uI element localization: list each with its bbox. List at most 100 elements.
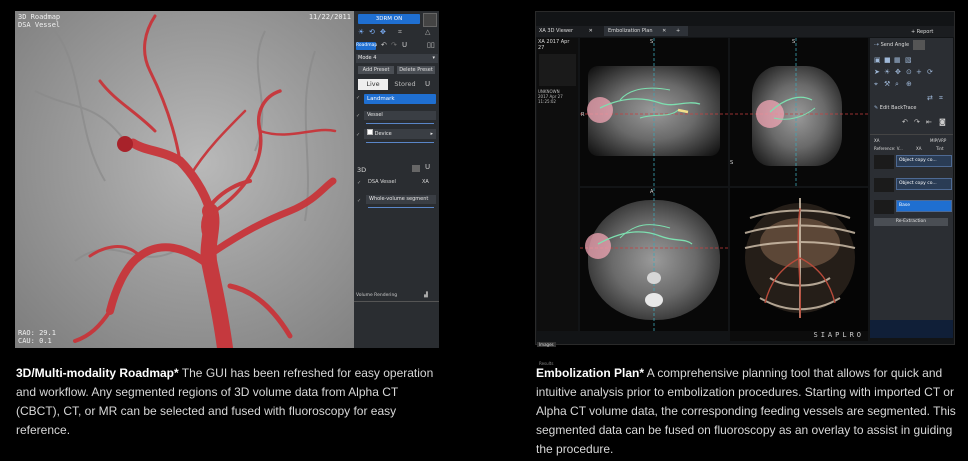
redo-icon[interactable]: ↷ (391, 41, 397, 49)
tab-images[interactable]: Images (537, 342, 556, 347)
whole-volume-slider[interactable] (368, 207, 434, 208)
xa-label: XA (422, 179, 429, 185)
series-list[interactable]: XA 2017 Apr 27 UNKNOWN 2017 Apr 27 11:25… (537, 38, 578, 331)
dsa-check-icon[interactable]: ✓ (357, 180, 361, 186)
vessel-check-icon[interactable]: ✓ (356, 113, 360, 119)
device-check-icon[interactable]: ✓ (356, 132, 360, 138)
close-icon[interactable]: ✕ (589, 28, 593, 34)
add-tab-button[interactable]: + (676, 26, 680, 36)
vessel-slider[interactable] (366, 123, 434, 124)
rotate-icon-2[interactable]: ⟳ (927, 68, 933, 76)
chevron-down-icon: ▾ (432, 55, 435, 61)
orientation-letter[interactable]: O (857, 331, 864, 339)
report-button[interactable]: + Report (911, 27, 933, 37)
orientation-letter[interactable]: S (813, 331, 820, 339)
viewport-coronal[interactable]: S (580, 38, 728, 186)
triangle-icon[interactable]: △ (425, 28, 430, 36)
whole-volume-check-icon[interactable]: ✓ (357, 198, 361, 204)
viewport-3d[interactable] (730, 188, 868, 331)
layout-1-icon[interactable]: ▣ (874, 56, 881, 64)
layout-4-icon[interactable]: ▧ (905, 56, 912, 64)
crop-icon-2[interactable]: ⌗ (939, 94, 943, 103)
dsa-vessel-label[interactable]: DSA Vessel (368, 179, 396, 185)
landmark-check-icon[interactable]: ✓ (356, 95, 362, 101)
minimize-icon[interactable] (412, 165, 420, 172)
orientation-letter[interactable]: L (842, 331, 849, 339)
orient-a: A (650, 189, 654, 195)
sidebar-divider-2 (870, 134, 953, 135)
object-thumb-2[interactable] (874, 178, 894, 192)
angle-thumbnail-icon[interactable] (913, 40, 925, 50)
orientation-strip: SIAPLRO (730, 331, 868, 341)
undo-icon[interactable]: ↶ (381, 41, 387, 49)
orient-s3: S (730, 160, 734, 166)
move-icon-2[interactable]: ✥ (895, 68, 901, 76)
crop-icon[interactable]: ⌗ (398, 28, 402, 37)
sync-icon[interactable]: ⇄ (927, 94, 933, 102)
move-icon[interactable]: ✥ (380, 28, 386, 36)
rewind-icon[interactable]: ⇤ (926, 118, 932, 126)
magnet-icon-3[interactable]: U (425, 163, 430, 171)
list-header-right: MIP/VRP (930, 138, 947, 143)
object-item-1[interactable]: Object copy co... (896, 155, 952, 167)
volume-rendering-label[interactable]: Volume Rendering (356, 293, 397, 298)
orientation-letter[interactable]: I (821, 331, 828, 339)
delete-preset-button[interactable]: Delete Preset (397, 66, 435, 74)
plus-icon[interactable]: + (916, 68, 922, 76)
object-thumb-1[interactable] (874, 155, 894, 169)
add-preset-button[interactable]: Add Preset (358, 66, 394, 74)
re-extraction-button[interactable]: Re-Extraction (874, 218, 948, 226)
send-angle-button[interactable]: ⇢ Send Angle (874, 41, 909, 48)
whole-volume-item[interactable]: Whole-volume segment (366, 195, 436, 204)
tab-live[interactable]: Live (358, 79, 388, 90)
base-thumb[interactable] (874, 200, 894, 214)
orientation-letters: SIAPLRO (813, 331, 864, 339)
device-checkbox[interactable] (367, 129, 373, 135)
search-icon[interactable]: ⌕ (895, 80, 899, 89)
magnify-icon[interactable]: ⊕ (906, 80, 912, 88)
pointer-icon[interactable]: ➤ (874, 68, 880, 76)
close-icon-2[interactable]: ✕ (662, 28, 666, 34)
send-icon: ⇢ (874, 41, 880, 48)
rotate-icon[interactable]: ⟲ (369, 28, 375, 36)
redo-icon-2[interactable]: ↷ (914, 118, 920, 126)
device-item[interactable]: Device ▸ (364, 129, 436, 139)
base-item[interactable]: Base (896, 200, 952, 212)
tab-xa-3d-viewer[interactable]: XA 3D Viewer ✕ (539, 26, 601, 36)
tool-icon[interactable]: ⚒ (884, 80, 890, 88)
edit-icon: ✎ (874, 105, 879, 111)
right-caption: Embolization Plan* A comprehensive plann… (536, 364, 956, 459)
tab-stored[interactable]: Stored (390, 79, 420, 90)
landmark-item[interactable]: Landmark (364, 94, 436, 104)
coronal-overlay (580, 38, 728, 186)
chart-icon[interactable]: ▟ (424, 292, 428, 298)
object-item-2[interactable]: Object copy co... (896, 178, 952, 190)
undo-icon-2[interactable]: ↶ (902, 118, 908, 126)
magnet-icon-2[interactable]: U (425, 80, 430, 88)
device-slider[interactable] (366, 142, 434, 143)
orientation-letter[interactable]: R (850, 331, 857, 339)
layout-3-icon[interactable]: ▦ (894, 56, 901, 64)
camera-icon[interactable]: ◙ (939, 118, 946, 126)
vessel-item[interactable]: Vessel (364, 111, 436, 120)
thumbnail-icon[interactable] (423, 13, 437, 27)
brightness-icon[interactable]: ☀ (358, 28, 364, 36)
viewport-sagittal[interactable]: S (730, 38, 868, 186)
split-icon[interactable]: ▯▯ (427, 41, 435, 49)
view-date: 11/22/2011 (308, 13, 351, 21)
fluoroscopy-viewport[interactable]: 3D Roadmap DSA Vessel 11/22/2011 RAO: 29… (15, 11, 354, 348)
volume-render (744, 198, 856, 319)
measure-icon[interactable]: ⌖ (874, 80, 878, 89)
edit-backtrace-button[interactable]: ✎ Edit BackTrace (874, 105, 916, 111)
send-angle-label: Send Angle (880, 42, 910, 48)
layout-2-icon[interactable]: ■ (884, 56, 891, 64)
mode-select[interactable]: Mode 4 ▾ (356, 54, 438, 63)
magnet-icon[interactable]: U (402, 41, 407, 49)
brightness-icon-2[interactable]: ☀ (884, 68, 890, 76)
series-thumbnail[interactable] (539, 54, 576, 86)
roadmap-button[interactable]: Roadmap (356, 42, 377, 50)
zoom-icon[interactable]: ⊙ (906, 68, 912, 76)
list-header-left: XA (874, 138, 880, 143)
viewport-axial[interactable]: A (580, 188, 728, 331)
roadmap-on-button[interactable]: 3DRM ON (358, 14, 420, 24)
